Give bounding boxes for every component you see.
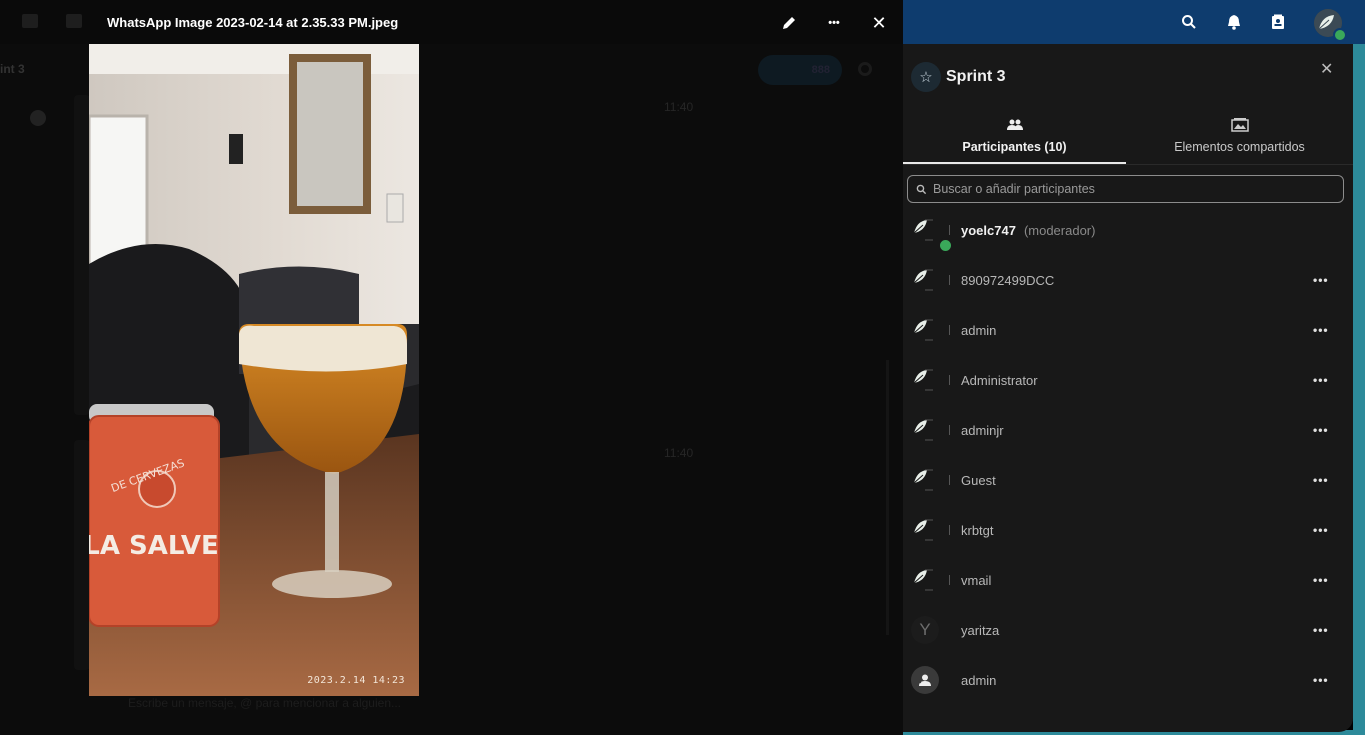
leaf-avatar-icon [911,316,939,344]
group-avatar-icon [911,666,939,694]
viewer-close-button[interactable]: ✕ [866,10,892,36]
user-status-online [1333,28,1347,42]
participant-row[interactable]: 890972499DCC ••• [903,255,1353,305]
leaf-avatar-icon [911,366,939,394]
participant-row[interactable]: Y yaritza ••• [903,605,1353,655]
separator [949,575,950,585]
photo-timestamp: 2023.2.14 14:23 [307,675,405,686]
sidebar-close-button[interactable]: ✕ [1320,59,1333,79]
participant-name: Guest [961,472,996,488]
photo-illustration: LA SALVE DE CERVEZAS [89,44,419,696]
tab-shared-items[interactable]: Elementos compartidos [1126,118,1353,164]
participant-name: yoelc747 (moderador) [961,222,1096,238]
search-button[interactable] [1179,12,1199,32]
participant-more-button[interactable]: ••• [1313,573,1329,587]
bell-icon [1228,15,1240,30]
conversation-title: Sprint 3 [946,68,1006,85]
leaf-avatar-icon [911,566,939,594]
leaf-avatar-icon [911,466,939,494]
window-edge [1353,44,1365,735]
participant-name: 890972499DCC [961,272,1055,288]
background-avatar [30,110,46,126]
participant-name: admin [961,322,997,338]
pencil-icon [783,17,795,29]
app-logo-icon [22,14,38,28]
background-message [74,95,90,415]
participant-more-button[interactable]: ••• [1313,473,1329,487]
background-time: 11:40 [664,100,694,114]
edit-button[interactable] [776,10,802,36]
participant-name: adminjr [961,422,1004,438]
participant-row[interactable]: krbtgt ••• [903,505,1353,555]
participant-name: yaritza [961,622,1000,638]
participant-name: admin [961,672,997,688]
viewer-image: LA SALVE DE CERVEZAS 2023.2.14 14:23 [89,44,419,696]
viewer-filename: WhatsApp Image 2023-02-14 at 2.35.33 PM.… [107,15,399,30]
menu-icon [66,14,82,28]
contacts-button[interactable] [1268,12,1288,32]
leaf-avatar-icon [911,516,939,544]
participant-role: (moderador) [1023,222,1096,238]
letter-avatar: Y [911,616,939,644]
participant-row[interactable]: vmail ••• [903,555,1353,605]
participant-row[interactable]: admin ••• [903,305,1353,355]
participant-more-button[interactable]: ••• [1313,373,1329,387]
tab-shared-items-label: Elementos compartidos [1174,140,1305,154]
tabs-divider [903,164,1353,165]
favorite-button[interactable]: ☆ [911,62,941,92]
star-icon: ☆ [919,69,933,86]
separator [949,475,950,485]
svg-text:LA SALVE: LA SALVE [89,531,219,561]
participant-search-input[interactable] [931,181,1335,197]
background-message [74,440,90,670]
background-composer-placeholder: Escribe un mensaje, @ para mencionar a a… [128,696,401,710]
leaf-avatar-icon [911,216,939,244]
participant-more-button[interactable]: ••• [1313,673,1329,687]
participant-more-button[interactable]: ••• [1313,273,1329,287]
gallery-icon [1230,118,1249,132]
separator [949,425,950,435]
participant-name: vmail [961,572,992,588]
notifications-button[interactable] [1224,12,1244,32]
participant-more-button[interactable]: ••• [1313,623,1329,637]
participant-row[interactable]: yoelc747 (moderador) [903,205,1353,255]
search-icon [916,184,927,194]
background-settings-icon [858,62,872,76]
participant-name: krbtgt [961,522,994,538]
participant-search[interactable] [907,175,1344,203]
contacts-icon [1272,14,1284,29]
separator [949,325,950,335]
people-icon [1006,119,1023,130]
background-time: 11:40 [664,446,694,460]
top-header-bar [903,0,1365,44]
tab-participants-label: Participantes (10) [962,140,1067,154]
search-icon [1182,15,1196,29]
separator [949,225,950,235]
separator [949,275,950,285]
leaf-avatar-icon [911,266,939,294]
participant-row[interactable]: Guest ••• [903,455,1353,505]
participant-more-button[interactable]: ••• [1313,523,1329,537]
status-online-indicator [938,238,953,253]
background-room-name: int 3 [0,62,25,76]
participant-more-button[interactable]: ••• [1313,323,1329,337]
separator [949,375,950,385]
participant-row[interactable]: Administrator ••• [903,355,1353,405]
participant-more-button[interactable]: ••• [1313,423,1329,437]
leaf-avatar-icon [911,416,939,444]
participant-row[interactable]: admin ••• [903,655,1353,705]
participant-row[interactable]: adminjr ••• [903,405,1353,455]
viewer-more-button[interactable]: ••• [821,10,847,36]
separator [949,525,950,535]
background-call-button: 888 [758,55,842,85]
participant-name: Administrator [961,372,1038,388]
tab-participants[interactable]: Participantes (10) [903,118,1126,164]
background-scrollbar [886,360,889,635]
